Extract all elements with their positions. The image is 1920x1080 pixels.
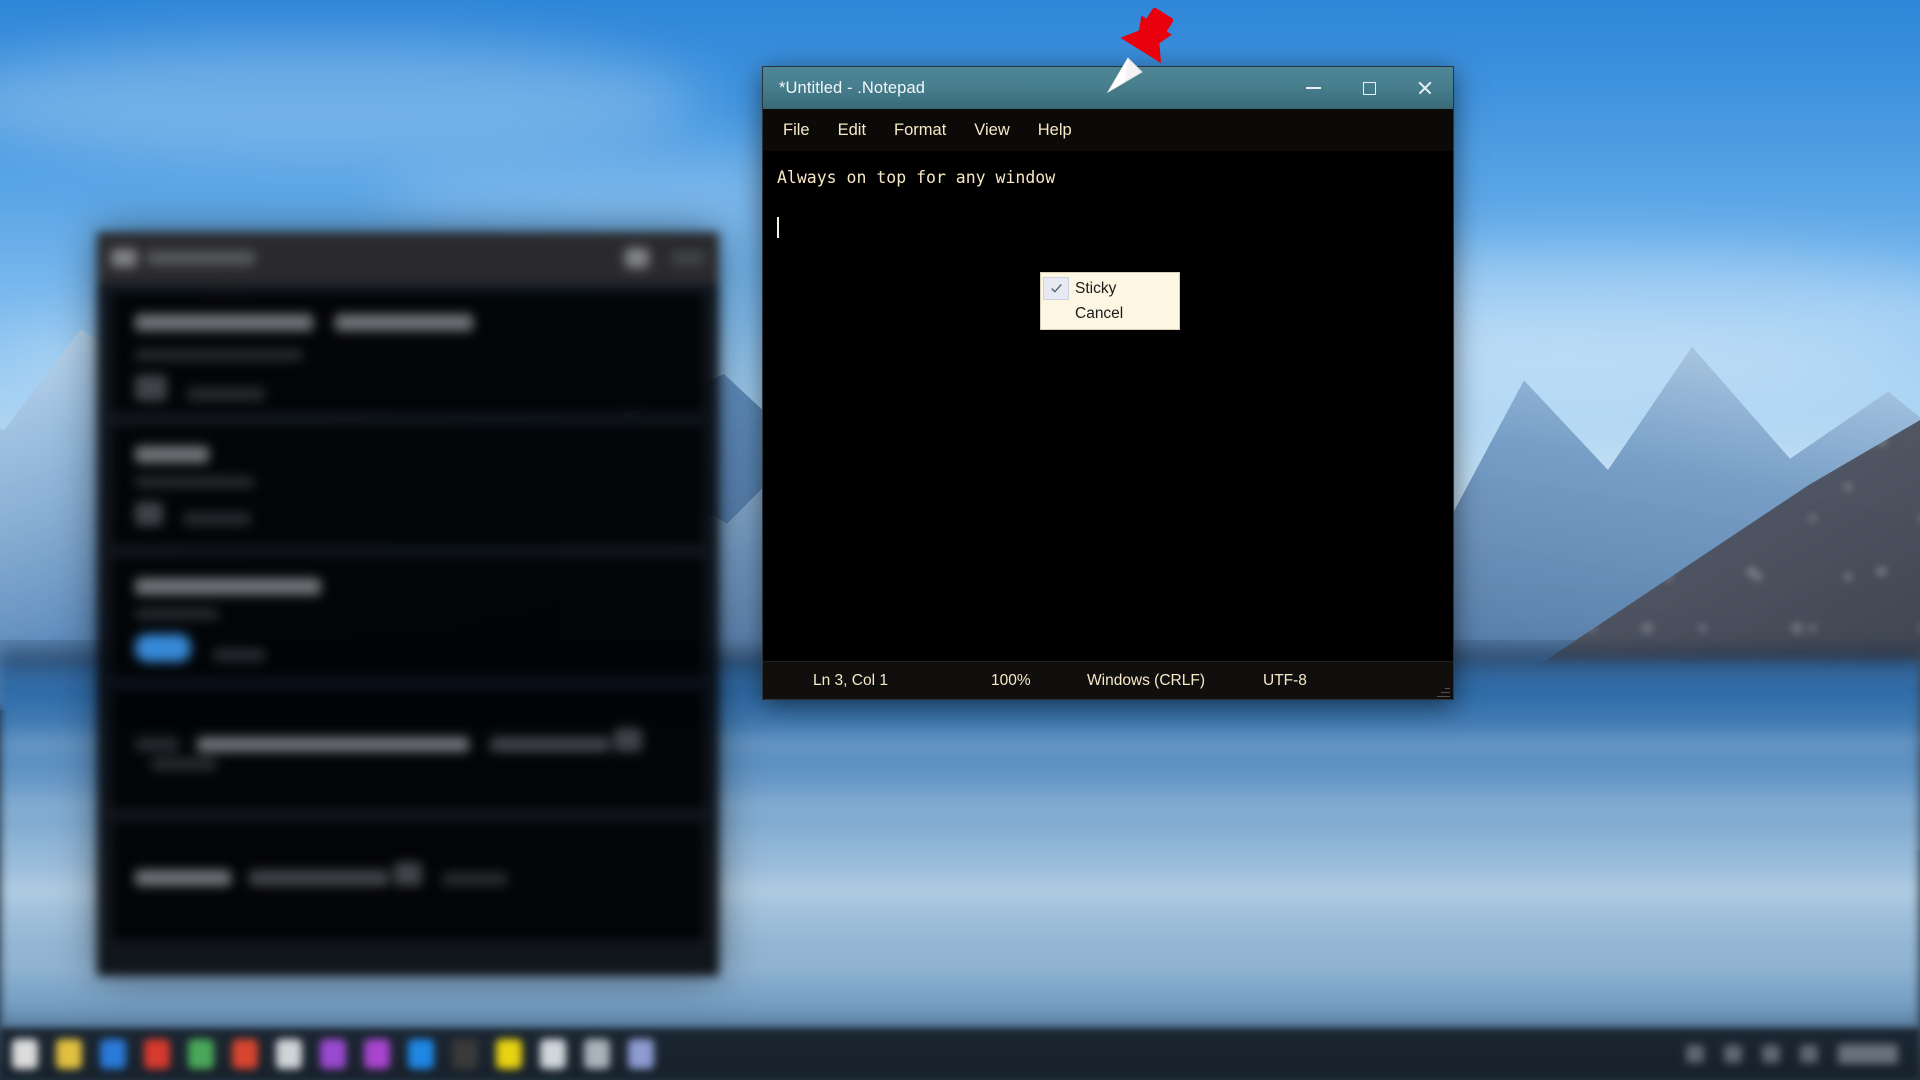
background-window-titlebar xyxy=(97,232,719,284)
taskbar-icon[interactable] xyxy=(628,1039,654,1069)
context-menu-item-sticky[interactable]: Sticky xyxy=(1041,276,1179,301)
notepad-titlebar[interactable]: *Untitled - .Notepad xyxy=(763,67,1453,109)
context-menu-label: Sticky xyxy=(1069,280,1116,298)
desktop: *Untitled - .Notepad File Edit Format Vi… xyxy=(0,0,1920,1080)
window-title: *Untitled - .Notepad xyxy=(763,79,925,98)
bgw-card[interactable] xyxy=(113,558,703,676)
editor-text: Always on top for any window xyxy=(763,151,1453,191)
menu-help[interactable]: Help xyxy=(1024,115,1086,146)
close-button[interactable] xyxy=(1397,67,1453,109)
maximize-icon xyxy=(1363,82,1376,95)
minimize-button[interactable] xyxy=(1285,67,1341,109)
tray-icon[interactable] xyxy=(1724,1045,1742,1063)
taskbar-icon[interactable] xyxy=(12,1039,38,1069)
bgw-card-title xyxy=(135,578,321,595)
bgw-card-control[interactable] xyxy=(135,502,163,526)
notepad-statusbar: Ln 3, Col 1 100% Windows (CRLF) UTF-8 xyxy=(763,661,1453,699)
taskbar-icon[interactable] xyxy=(276,1039,302,1069)
status-cursor-position[interactable]: Ln 3, Col 1 xyxy=(813,672,888,690)
status-encoding[interactable]: UTF-8 xyxy=(1263,672,1307,690)
bgw-card-control-label xyxy=(442,872,508,886)
status-line-ending[interactable]: Windows (CRLF) xyxy=(1087,672,1205,690)
system-tray xyxy=(1686,1044,1920,1064)
taskbar-icon[interactable] xyxy=(232,1039,258,1069)
maximize-button[interactable] xyxy=(1341,67,1397,109)
resize-grip-icon[interactable] xyxy=(1436,683,1450,697)
notepad-menubar: File Edit Format View Help xyxy=(763,109,1453,151)
taskbar-icon[interactable] xyxy=(584,1039,610,1069)
sticky-context-menu[interactable]: Sticky Cancel xyxy=(1040,272,1180,330)
bgw-header-icon-2 xyxy=(671,251,705,265)
bgw-toggle-switch[interactable] xyxy=(135,634,191,662)
status-zoom-level[interactable]: 100% xyxy=(991,672,1031,690)
bgw-card-title xyxy=(135,314,313,331)
bgw-card-control-label xyxy=(187,387,265,401)
bgw-card-tag xyxy=(135,737,179,752)
context-menu-item-cancel[interactable]: Cancel xyxy=(1041,301,1179,326)
menu-format[interactable]: Format xyxy=(880,115,960,146)
notepad-window[interactable]: *Untitled - .Notepad File Edit Format Vi… xyxy=(762,66,1454,700)
bgw-card-title xyxy=(135,870,231,886)
taskbar-icon[interactable] xyxy=(364,1039,390,1069)
taskbar-app-icons xyxy=(0,1039,654,1069)
bgw-header-icon xyxy=(625,248,649,268)
bgw-card-control[interactable] xyxy=(614,728,642,752)
tray-clock[interactable] xyxy=(1838,1044,1898,1064)
window-controls xyxy=(1285,67,1453,109)
checkmark-placeholder xyxy=(1043,302,1069,325)
minimize-icon xyxy=(1306,87,1321,89)
background-settings-window[interactable] xyxy=(97,232,719,976)
menu-edit[interactable]: Edit xyxy=(824,115,880,146)
notepad-text-area[interactable]: Always on top for any window xyxy=(763,151,1453,661)
bgw-title-text xyxy=(147,251,255,265)
bgw-card[interactable] xyxy=(113,294,703,412)
bgw-card-title xyxy=(197,737,469,752)
taskbar-icon[interactable] xyxy=(320,1039,346,1069)
text-caret xyxy=(777,217,779,238)
background-window-body xyxy=(97,284,719,940)
bgw-card-control-label xyxy=(183,512,251,526)
taskbar-icon[interactable] xyxy=(540,1039,566,1069)
bgw-app-icon xyxy=(111,249,137,267)
bgw-card-sub xyxy=(135,476,255,488)
context-menu-label: Cancel xyxy=(1069,305,1123,323)
taskbar-icon[interactable] xyxy=(496,1039,522,1069)
tray-icon[interactable] xyxy=(1686,1045,1704,1063)
checkmark-icon xyxy=(1043,277,1069,300)
taskbar[interactable] xyxy=(0,1028,1920,1080)
bgw-card-sub xyxy=(135,349,303,361)
bgw-toggle-label xyxy=(213,648,265,662)
taskbar-icon[interactable] xyxy=(188,1039,214,1069)
bgw-card[interactable] xyxy=(113,426,703,544)
bgw-card-control-label xyxy=(151,757,217,771)
taskbar-icon[interactable] xyxy=(100,1039,126,1069)
taskbar-icon[interactable] xyxy=(452,1039,478,1069)
bgw-card-control[interactable] xyxy=(135,375,167,401)
tray-icon[interactable] xyxy=(1762,1045,1780,1063)
menu-file[interactable]: File xyxy=(769,115,824,146)
menu-view[interactable]: View xyxy=(960,115,1023,146)
bgw-card[interactable] xyxy=(113,822,703,940)
bgw-card-sub xyxy=(135,608,219,620)
bgw-card-title xyxy=(135,446,209,463)
tray-icon[interactable] xyxy=(1800,1045,1818,1063)
bgw-card[interactable] xyxy=(113,690,703,808)
taskbar-icon[interactable] xyxy=(56,1039,82,1069)
taskbar-icon[interactable] xyxy=(144,1039,170,1069)
bgw-card-title-2 xyxy=(249,870,389,886)
bgw-card-title-2 xyxy=(490,737,610,752)
bgw-card-title-2 xyxy=(335,314,473,331)
taskbar-icon[interactable] xyxy=(408,1039,434,1069)
bgw-card-control[interactable] xyxy=(394,862,422,886)
close-icon xyxy=(1417,80,1433,96)
